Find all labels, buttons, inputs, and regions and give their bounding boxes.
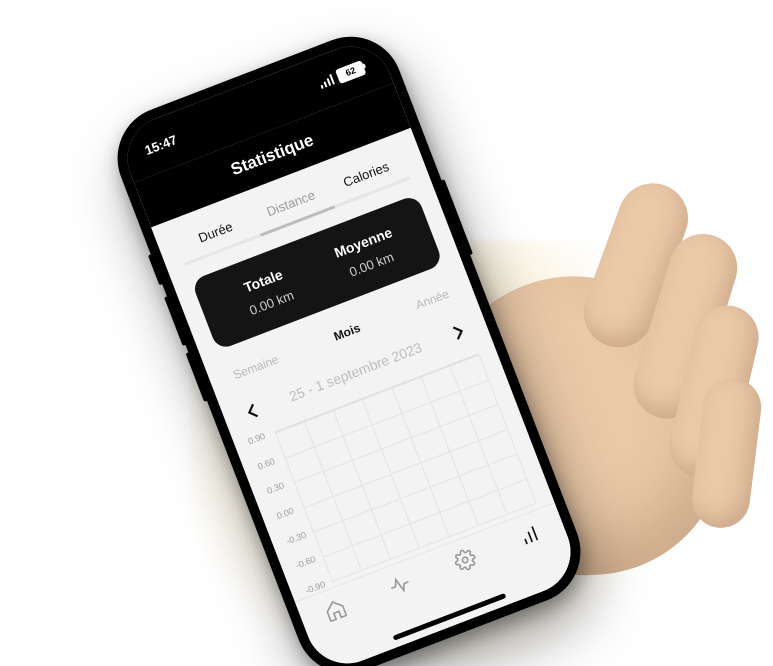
prev-period-button[interactable] — [239, 397, 267, 425]
tab-mois[interactable]: Mois — [325, 315, 370, 350]
nav-activity[interactable] — [386, 571, 416, 604]
status-time: 15:47 — [142, 132, 178, 158]
home-icon — [321, 596, 349, 624]
bar-chart-icon — [516, 521, 544, 549]
gear-icon — [451, 546, 479, 574]
chart-y-tick: 0.00 — [275, 506, 295, 522]
tab-semaine[interactable]: Semaine — [224, 346, 287, 388]
chart-y-tick: 0.60 — [256, 456, 276, 472]
nav-settings[interactable] — [451, 546, 481, 579]
stat-average: Moyenne 0.00 km — [310, 216, 424, 291]
signal-icon — [317, 73, 334, 88]
nav-home[interactable] — [321, 596, 351, 629]
chart-y-tick: -0.30 — [285, 529, 308, 546]
chevron-right-icon — [444, 318, 472, 346]
activity-icon — [386, 571, 414, 599]
chart-y-tick: -0.60 — [294, 554, 317, 571]
stat-total: Totale 0.00 km — [210, 254, 324, 329]
phone-mute-switch — [148, 254, 163, 285]
tab-annee[interactable]: Année — [407, 281, 458, 318]
chart-y-tick: 0.90 — [247, 431, 267, 447]
battery-icon: 62 — [335, 60, 367, 84]
chevron-left-icon — [239, 397, 267, 425]
nav-stats[interactable] — [516, 521, 546, 554]
next-period-button[interactable] — [444, 318, 472, 346]
chart-y-tick: 0.30 — [266, 481, 286, 497]
